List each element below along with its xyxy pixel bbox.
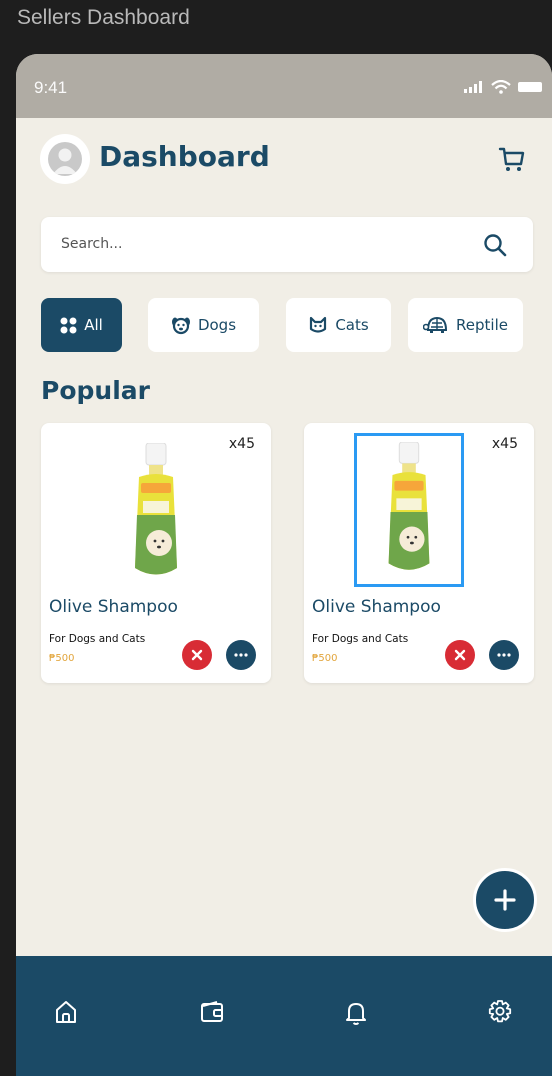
close-icon [191, 649, 203, 661]
plus-icon [494, 889, 516, 911]
page-title: Dashboard [99, 140, 270, 173]
category-chip-dogs[interactable]: Dogs [148, 298, 259, 352]
bottom-navigation [16, 956, 552, 1076]
category-label: Reptile [456, 316, 508, 334]
category-label: Dogs [197, 316, 237, 334]
more-icon [497, 653, 511, 657]
settings-icon[interactable] [486, 998, 514, 1026]
close-icon [454, 649, 466, 661]
signal-icon [464, 81, 482, 93]
search-input[interactable]: Search... [41, 217, 533, 272]
user-icon [48, 142, 82, 176]
product-name: Olive Shampoo [49, 597, 178, 617]
add-product-button[interactable] [473, 868, 537, 932]
remove-product-button[interactable] [445, 640, 475, 670]
product-image-selected[interactable] [354, 433, 464, 587]
remove-product-button[interactable] [182, 640, 212, 670]
frame-title: Sellers Dashboard [17, 6, 190, 29]
status-icons [464, 80, 544, 94]
search-placeholder: Search... [61, 236, 123, 252]
product-description: For Dogs and Cats [49, 633, 146, 645]
category-chip-all[interactable]: All [41, 298, 122, 352]
cart-icon[interactable] [497, 144, 527, 174]
turtle-icon [423, 316, 448, 333]
category-chip-cats[interactable]: Cats [286, 298, 391, 352]
product-quantity: x45 [491, 436, 518, 452]
wifi-icon [491, 80, 511, 94]
bell-icon[interactable] [342, 998, 370, 1026]
grid-icon [60, 317, 77, 333]
search-icon[interactable] [483, 233, 507, 257]
product-quantity: x45 [228, 436, 255, 452]
product-description: For Dogs and Cats [312, 633, 409, 645]
home-icon[interactable] [52, 998, 80, 1026]
more-options-button[interactable] [489, 640, 519, 670]
product-name: Olive Shampoo [312, 597, 441, 617]
section-title-popular: Popular [41, 376, 150, 405]
more-icon [234, 653, 248, 657]
phone-screen: 9:41 Dashboard Search... All Dogs Cats R… [16, 54, 552, 1076]
cat-icon [310, 316, 327, 333]
product-card[interactable]: x45 Olive Shampoo For Dogs and Cats ₱500 [304, 423, 534, 683]
avatar[interactable] [40, 134, 90, 184]
status-time: 9:41 [34, 78, 68, 97]
dog-icon [171, 317, 190, 335]
product-image [135, 443, 177, 575]
battery-icon [518, 82, 542, 92]
product-price: ₱500 [49, 653, 75, 664]
wallet-icon[interactable] [198, 998, 226, 1026]
more-options-button[interactable] [226, 640, 256, 670]
category-label: Cats [335, 316, 369, 334]
category-label: All [84, 316, 103, 334]
status-bar: 9:41 [16, 54, 552, 118]
product-price: ₱500 [312, 653, 338, 664]
product-card[interactable]: x45 Olive Shampoo For Dogs and Cats ₱500 [41, 423, 271, 683]
category-chip-reptile[interactable]: Reptile [408, 298, 523, 352]
